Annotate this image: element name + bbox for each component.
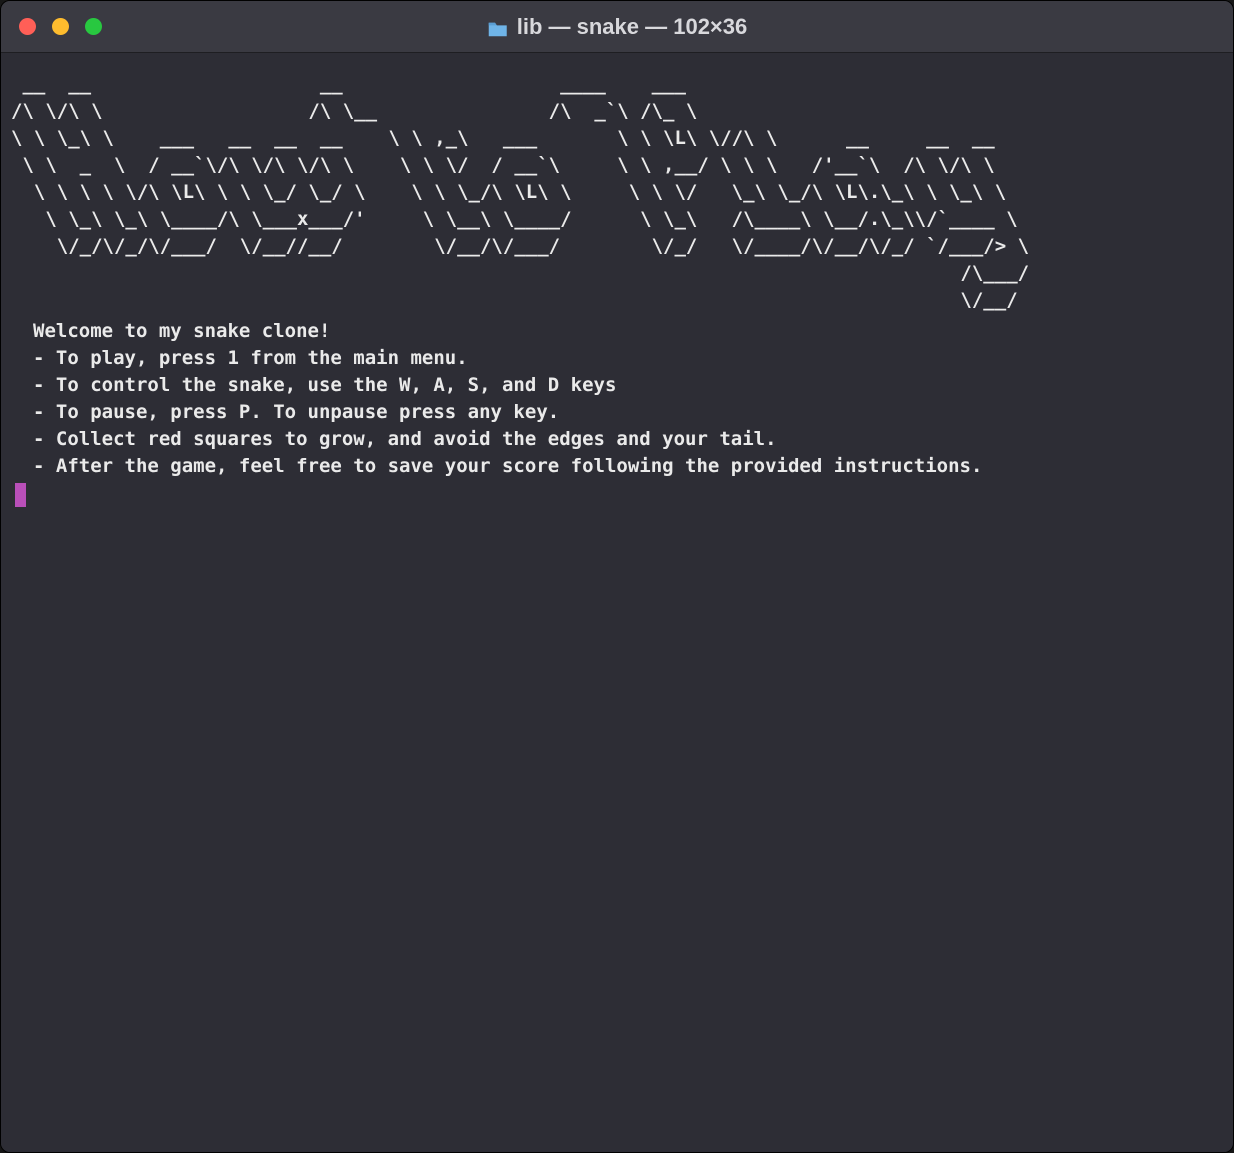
instruction-line: - Collect red squares to grow, and avoid…: [33, 426, 1223, 453]
window-title-text: lib — snake — 102×36: [517, 14, 748, 40]
instructions-block: Welcome to my snake clone! - To play, pr…: [11, 318, 1223, 480]
instruction-line: - To play, press 1 from the main menu.: [33, 345, 1223, 372]
titlebar[interactable]: lib — snake — 102×36: [1, 1, 1233, 53]
instruction-line: - To pause, press P. To unpause press an…: [33, 399, 1223, 426]
ascii-art-banner: __ __ __ ____ ___ /\ \/\ \ /\ \__ /\ _`\…: [11, 71, 1223, 314]
terminal-body[interactable]: __ __ __ ____ ___ /\ \/\ \ /\ \__ /\ _`\…: [1, 53, 1233, 1152]
close-button[interactable]: [19, 18, 36, 35]
welcome-line: Welcome to my snake clone!: [33, 318, 1223, 345]
terminal-cursor: [15, 483, 26, 507]
instruction-line: - After the game, feel free to save your…: [33, 453, 1223, 480]
terminal-window: lib — snake — 102×36 __ __ __ ____ ___ /…: [0, 0, 1234, 1153]
instruction-line: - To control the snake, use the W, A, S,…: [33, 372, 1223, 399]
window-title: lib — snake — 102×36: [487, 14, 748, 40]
traffic-lights: [19, 18, 102, 35]
minimize-button[interactable]: [52, 18, 69, 35]
folder-icon: [487, 18, 509, 36]
maximize-button[interactable]: [85, 18, 102, 35]
